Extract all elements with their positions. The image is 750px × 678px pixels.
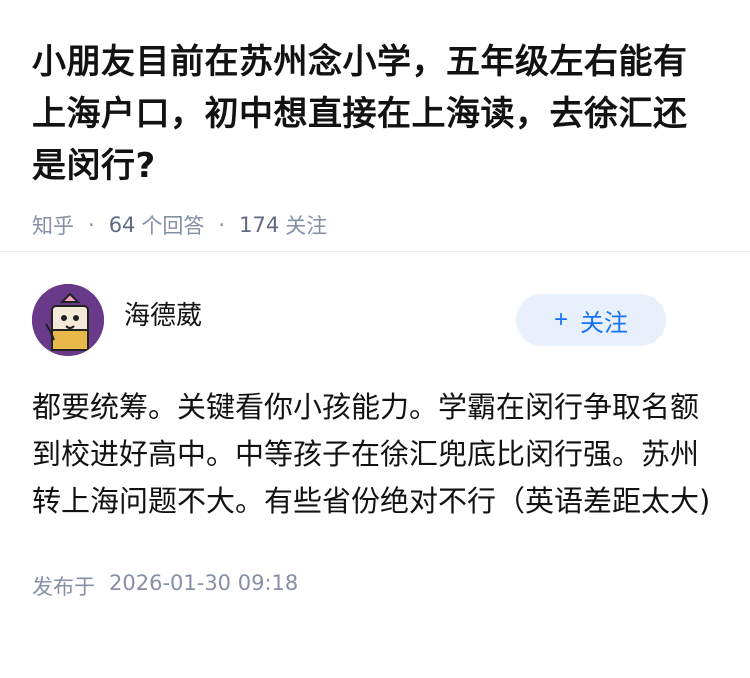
publish-info: 发布于 2026-01-30 09:18 [32,571,718,601]
follow-button[interactable]: + 关注 [516,294,666,346]
follow-button-label: 关注 [580,309,628,337]
separator-dot: · [88,213,95,237]
avatar[interactable] [32,284,104,356]
follow-count[interactable]: 174 [239,213,279,237]
question-meta: 知乎 · 64 个回答 · 174 关注 [32,210,718,240]
avatar-cartoon-icon [32,284,104,356]
plus-icon: + [553,306,568,333]
follow-count-label[interactable]: 关注 [285,210,327,240]
publish-date: 2026-01-30 09:18 [109,571,299,595]
answer-count[interactable]: 64 [109,213,136,237]
author-row: 海德葳 + 关注 [32,284,718,356]
answer-content: 都要统筹。关键看你小孩能力。学霸在闵行争取名额到校进好高中。中等孩子在徐汇兜底比… [32,390,711,518]
author-name[interactable]: 海德葳 [124,295,202,332]
publish-label: 发布于 [32,575,95,599]
question-header: 小朋友目前在苏州念小学，五年级左右能有上海户口，初中想直接在上海读，去徐汇还是闵… [0,0,750,252]
answer-card: 海德葳 + 关注 都要统筹。关键看你小孩能力。学霸在闵行争取名额到校进好高中。中… [0,252,750,601]
source-label[interactable]: 知乎 [32,210,74,240]
answer-count-label[interactable]: 个回答 [141,210,204,240]
question-title[interactable]: 小朋友目前在苏州念小学，五年级左右能有上海户口，初中想直接在上海读，去徐汇还是闵… [32,36,718,192]
separator-dot: · [218,213,226,237]
